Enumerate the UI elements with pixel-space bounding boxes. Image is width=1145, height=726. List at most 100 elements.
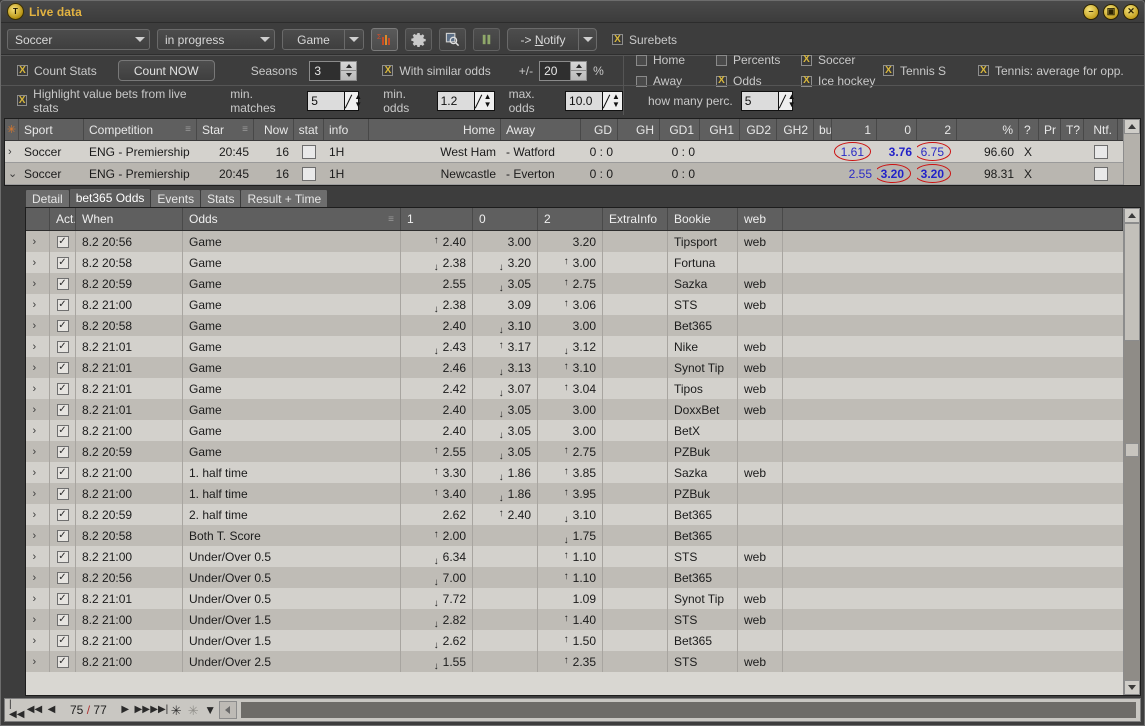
active-checkbox[interactable]: ✓	[57, 551, 69, 563]
expander-icon[interactable]: ›	[33, 236, 43, 248]
active-checkbox[interactable]: ✓	[57, 278, 69, 290]
stepper-buttons[interactable]	[570, 62, 586, 80]
active-checkbox[interactable]: ✓	[57, 236, 69, 248]
detail-row[interactable]: ›✓8.2 20:56Under/Over 0.5↓7.00↑1.10Bet36…	[26, 567, 1123, 588]
cell-exp[interactable]: ›	[26, 441, 50, 462]
cell-act[interactable]: ✓	[50, 483, 76, 504]
stepper-buttons[interactable]: ▲▼	[778, 92, 792, 110]
cell-act[interactable]: ✓	[50, 336, 76, 357]
active-checkbox[interactable]: ✓	[57, 614, 69, 626]
tab-bet365-odds[interactable]: bet365 Odds	[69, 188, 152, 207]
cell-star[interactable]: ⌄	[5, 163, 19, 184]
cell-exp[interactable]: ›	[26, 651, 50, 672]
stepper-down-icon[interactable]	[571, 71, 586, 80]
cell-exp[interactable]: ›	[26, 231, 50, 252]
cell-exp[interactable]: ›	[26, 420, 50, 441]
scrollbar-track[interactable]	[1124, 223, 1140, 680]
detail-row[interactable]: ›✓8.2 20:59Game2.55↓3.05↑2.75Sazkaweb	[26, 273, 1123, 294]
stepper-buttons[interactable]	[340, 62, 356, 80]
active-checkbox[interactable]: ✓	[57, 299, 69, 311]
sport-select[interactable]: Soccer	[7, 29, 150, 50]
stepper-buttons[interactable]: ▲▼	[602, 92, 622, 110]
detail-table-scrollbar[interactable]	[1123, 208, 1140, 695]
detail-row[interactable]: ›✓8.2 21:01Game2.42↓3.07↑3.04Tiposweb	[26, 378, 1123, 399]
stepper-buttons[interactable]: ▲▼	[474, 92, 494, 110]
last-record-button[interactable]: ▶▶|	[151, 701, 168, 719]
active-checkbox[interactable]: ✓	[57, 404, 69, 416]
expander-icon[interactable]: ›	[33, 635, 43, 647]
surebets-checkbox[interactable]: X Surebets	[612, 33, 677, 47]
cell-exp[interactable]: ›	[26, 273, 50, 294]
grid-header-t[interactable]: T?	[1061, 119, 1084, 140]
grid-header-gh1[interactable]: GH1	[700, 119, 740, 140]
active-checkbox[interactable]: ✓	[57, 509, 69, 521]
expander-icon[interactable]: ›	[33, 425, 43, 437]
cell-act[interactable]: ✓	[50, 651, 76, 672]
detail-header-exp[interactable]	[26, 208, 50, 230]
checkbox[interactable]	[302, 167, 316, 181]
cell-act[interactable]: ✓	[50, 441, 76, 462]
expander-icon[interactable]: ›	[33, 299, 43, 311]
detail-row[interactable]: ›✓8.2 20:56Game↑2.403.003.20Tipsportweb	[26, 231, 1123, 252]
highlight-value-bets-checkbox[interactable]: X Highlight value bets from live stats	[17, 87, 198, 115]
tab-detail[interactable]: Detail	[25, 189, 70, 207]
checkbox[interactable]	[302, 145, 316, 159]
grid-header-away[interactable]: Away	[501, 119, 581, 140]
cell-act[interactable]: ✓	[50, 315, 76, 336]
refresh-alt-button[interactable]: ✳	[185, 701, 202, 719]
expander-icon[interactable]: ›	[33, 278, 43, 290]
active-checkbox[interactable]: ✓	[57, 320, 69, 332]
expander-icon[interactable]: ›	[33, 341, 43, 353]
detail-row[interactable]: ›✓8.2 21:00Under/Over 1.5↓2.62↑1.50Bet36…	[26, 630, 1123, 651]
expander-icon[interactable]: ›	[33, 383, 43, 395]
sort-indicator-icon[interactable]: ≡	[185, 124, 191, 135]
cell-exp[interactable]: ›	[26, 567, 50, 588]
detail-header-bookie[interactable]: Bookie	[668, 208, 738, 230]
checkbox[interactable]	[1094, 167, 1108, 181]
count-now-button[interactable]: Count NOW	[118, 60, 215, 81]
detail-row[interactable]: ›✓8.2 21:00Under/Over 2.5↓1.55↑2.35STSwe…	[26, 651, 1123, 672]
grid-header-o2[interactable]: 2	[917, 119, 957, 140]
grid-header-pr[interactable]: Pr	[1039, 119, 1061, 140]
cell-exp[interactable]: ›	[26, 546, 50, 567]
cell-exp[interactable]: ›	[26, 378, 50, 399]
scrollbar-thumb[interactable]	[1124, 223, 1140, 341]
active-checkbox[interactable]: ✓	[57, 446, 69, 458]
grid-header-q[interactable]: ?	[1019, 119, 1039, 140]
cell-exp[interactable]: ›	[26, 504, 50, 525]
grid-header-ntf[interactable]: Ntf.	[1084, 119, 1118, 140]
expander-icon[interactable]: ›	[33, 320, 43, 332]
detail-row[interactable]: ›✓8.2 21:00Game↓2.383.09↑3.06STSweb	[26, 294, 1123, 315]
expander-icon[interactable]: ›	[33, 362, 43, 374]
detail-header-c1[interactable]: 1	[401, 208, 473, 230]
grid-header-star[interactable]: ✳	[5, 119, 19, 140]
expander-icon[interactable]: ›	[33, 572, 43, 584]
active-checkbox[interactable]: ✓	[57, 572, 69, 584]
scroll-up-button[interactable]	[1124, 208, 1140, 223]
prev-page-button[interactable]: ◀◀	[26, 701, 43, 719]
detail-header-when[interactable]: When	[76, 208, 183, 230]
detail-row[interactable]: ›✓8.2 21:00Game2.40↓3.053.00BetX	[26, 420, 1123, 441]
tab-events[interactable]: Events	[150, 189, 201, 207]
sort-indicator-icon[interactable]: ≡	[388, 214, 394, 225]
tennis-avg-checkbox[interactable]: XTennis: average for opp.	[978, 64, 1124, 78]
cell-act[interactable]: ✓	[50, 399, 76, 420]
expander-icon[interactable]: ›	[33, 488, 43, 500]
active-checkbox[interactable]: ✓	[57, 656, 69, 668]
cell-exp[interactable]: ›	[26, 609, 50, 630]
grid-header-start[interactable]: Star≡	[197, 119, 254, 140]
scrollbar-marker[interactable]	[1125, 443, 1139, 457]
expander-icon[interactable]: ›	[33, 404, 43, 416]
min-matches-field[interactable]: 5 ▲▼	[307, 91, 359, 111]
cell-stat[interactable]	[294, 141, 324, 162]
match-row[interactable]: ⌄SoccerENG - Premiership20:45161HNewcast…	[5, 163, 1123, 185]
detail-row[interactable]: ›✓8.2 20:58Both T. Score↑2.00↓1.75Bet365	[26, 525, 1123, 546]
cell-act[interactable]: ✓	[50, 546, 76, 567]
cell-act[interactable]: ✓	[50, 273, 76, 294]
active-checkbox[interactable]: ✓	[57, 341, 69, 353]
stepper-down-icon[interactable]	[341, 71, 356, 80]
cell-exp[interactable]: ›	[26, 525, 50, 546]
grid-header-competition[interactable]: Competition≡	[84, 119, 197, 140]
cell-exp[interactable]: ›	[26, 462, 50, 483]
horizontal-scrollbar[interactable]	[241, 702, 1136, 718]
